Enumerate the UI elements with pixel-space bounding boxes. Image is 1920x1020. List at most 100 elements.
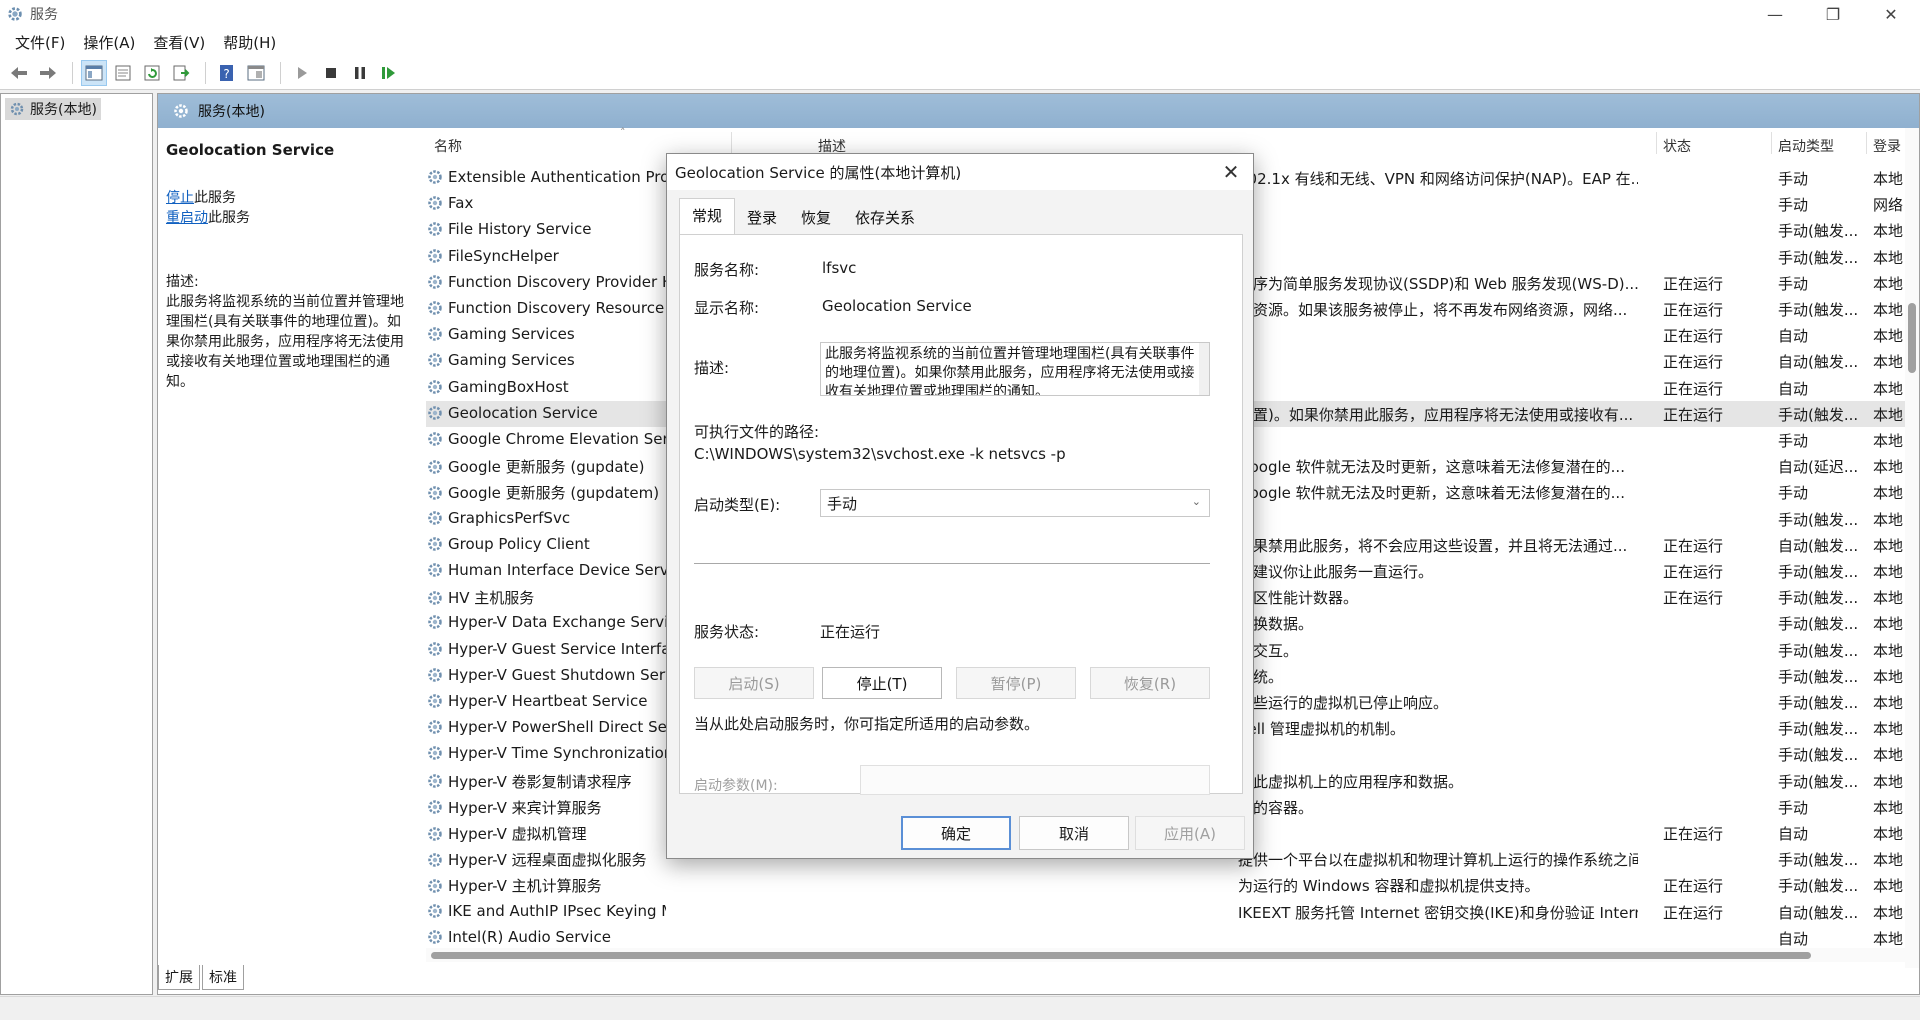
horizontal-scroll-thumb[interactable] xyxy=(431,952,1811,959)
column-separator[interactable] xyxy=(1656,132,1657,154)
restart-service-link[interactable]: 重启动 xyxy=(166,210,208,226)
restart-service-button[interactable] xyxy=(376,60,402,86)
column-header-startup-type[interactable]: 启动类型 xyxy=(1778,136,1834,156)
column-separator[interactable] xyxy=(1771,132,1772,154)
start-params-label: 启动参数(M): xyxy=(694,778,778,794)
pause-service-button[interactable] xyxy=(347,60,373,86)
service-name-cell: Geolocation Service xyxy=(426,404,666,422)
service-logon: 本地 xyxy=(1873,510,1903,529)
menu-file[interactable]: 文件(F) xyxy=(6,32,74,53)
menu-help[interactable]: 帮助(H) xyxy=(214,32,285,53)
close-window-button[interactable]: ✕ xyxy=(1862,0,1920,28)
stop-service-button[interactable] xyxy=(318,60,344,86)
service-description: 如果禁用此服务，将不会应用这些设置，并且将无法通过... xyxy=(1238,536,1628,555)
service-name-cell: Google Chrome Elevation Service xyxy=(426,430,666,448)
service-startup-type: 自动 xyxy=(1778,379,1809,398)
vertical-scrollbar[interactable] xyxy=(1905,128,1919,968)
service-gear-icon xyxy=(428,301,442,315)
stop-button[interactable]: 停止(T) xyxy=(822,667,942,699)
export-list-button[interactable] xyxy=(168,60,194,86)
apply-button: 应用(A) xyxy=(1135,816,1245,850)
horizontal-scrollbar[interactable] xyxy=(426,948,1906,962)
start-service-button[interactable] xyxy=(289,60,315,86)
menu-action[interactable]: 操作(A) xyxy=(74,32,144,53)
service-logon: 本地 xyxy=(1873,405,1903,424)
menu-view[interactable]: 查看(V) xyxy=(144,32,214,53)
service-logon: 本地 xyxy=(1873,851,1903,870)
show-hide-tree-button[interactable] xyxy=(81,60,107,86)
service-description: 分区性能计数器。 xyxy=(1238,589,1359,608)
service-startup-type: 自动 xyxy=(1778,929,1809,948)
column-header-status[interactable]: 状态 xyxy=(1663,136,1691,156)
service-name: Function Discovery Provider Host xyxy=(448,272,666,291)
service-name-cell: FileSyncHelper xyxy=(426,247,666,265)
ok-button[interactable]: 确定 xyxy=(901,816,1011,850)
restart-service-icon xyxy=(382,67,395,79)
back-button[interactable] xyxy=(6,60,32,86)
service-startup-type: 自动(触发... xyxy=(1778,903,1859,922)
service-startup-type: 手动 xyxy=(1778,196,1809,215)
service-status: 正在运行 xyxy=(1663,274,1724,293)
detail-restart-line: 重启动此服务 xyxy=(166,208,400,228)
service-gear-icon xyxy=(428,353,442,368)
console-view-button[interactable] xyxy=(243,60,269,86)
service-gear-icon xyxy=(428,903,442,918)
service-logon: 本地 xyxy=(1873,301,1903,319)
tab-logon[interactable]: 登录 xyxy=(735,201,789,234)
service-logon: 本地 xyxy=(1873,589,1903,608)
refresh-button[interactable] xyxy=(139,60,165,86)
service-name-cell: Hyper-V 来宾计算服务 xyxy=(426,797,666,818)
service-name: File History Service xyxy=(448,220,592,239)
service-name-cell: Function Discovery Resource Publication xyxy=(426,299,666,317)
refresh-icon xyxy=(144,65,160,81)
service-startup-type: 手动(触发... xyxy=(1778,510,1859,529)
service-gear-icon xyxy=(428,222,442,237)
service-gear-icon xyxy=(428,590,442,605)
service-gear-icon xyxy=(428,327,442,341)
service-name-cell: Google 更新服务 (gupdatem) xyxy=(426,482,666,503)
cancel-button[interactable]: 取消 xyxy=(1019,816,1129,850)
tab-general[interactable]: 常规 xyxy=(679,198,736,234)
help-button[interactable]: ? xyxy=(214,60,240,86)
status-bar xyxy=(0,996,1920,1020)
forward-button[interactable] xyxy=(35,60,61,86)
service-logon: 本地 xyxy=(1873,903,1903,922)
column-header-logon[interactable]: 登录 xyxy=(1873,136,1901,156)
service-row[interactable]: Intel(R) Audio Service 自动 本地 xyxy=(426,925,1919,951)
service-logon: 网络 xyxy=(1873,196,1903,215)
service-logon: 本地 xyxy=(1873,667,1903,686)
tree-item-services-local[interactable]: 服务(本地) xyxy=(5,98,101,120)
description-label: 描述: xyxy=(694,359,730,377)
minimize-button[interactable]: — xyxy=(1746,0,1804,28)
service-startup-type: 手动(触发... xyxy=(1778,563,1859,581)
column-separator[interactable] xyxy=(1866,132,1867,154)
properties-button[interactable] xyxy=(110,60,136,86)
dialog-close-button[interactable]: ✕ xyxy=(1219,160,1243,184)
service-row[interactable]: IKE and AuthIP IPsec Keying Modules IKEEX… xyxy=(426,899,1919,925)
service-name-cell: Group Policy Client xyxy=(426,535,666,553)
vertical-scroll-thumb[interactable] xyxy=(1908,303,1916,373)
tab-dependencies[interactable]: 依存关系 xyxy=(843,201,927,234)
tab-extended[interactable]: 扩展 xyxy=(158,965,200,990)
service-name-cell: Hyper-V 主机计算服务 xyxy=(426,875,666,896)
column-header-name[interactable]: 名称 xyxy=(434,136,462,156)
service-name: Google 更新服务 (gupdate) xyxy=(448,458,645,477)
start-params-hint: 当从此处启动服务时，你可指定所适用的启动参数。 xyxy=(694,715,1040,733)
service-gear-icon xyxy=(428,510,442,525)
service-logon: 本地 xyxy=(1873,170,1903,188)
startup-type-select[interactable]: 手动 ⌄ xyxy=(820,489,1210,517)
tab-recovery[interactable]: 恢复 xyxy=(789,201,843,234)
column-separator[interactable] xyxy=(731,132,732,154)
stop-service-link[interactable]: 停止 xyxy=(166,190,194,206)
tab-standard[interactable]: 标准 xyxy=(202,965,244,990)
service-name-cell: Google 更新服务 (gupdate) xyxy=(426,456,666,477)
service-name: Hyper-V Guest Shutdown Service xyxy=(448,665,666,684)
service-status: 正在运行 xyxy=(1663,353,1724,372)
service-gear-icon xyxy=(428,774,442,788)
service-row[interactable]: Hyper-V 主机计算服务 为运行的 Windows 容器和虚拟机提供支持。 正在… xyxy=(426,872,1919,898)
description-box[interactable]: 此服务将监视系统的当前位置并管理地理围栏(具有关联事件的地理位置)。如果你禁用此… xyxy=(820,342,1210,396)
restore-button[interactable]: ❐ xyxy=(1804,0,1862,28)
start-service-icon xyxy=(298,67,307,79)
description-scrollbar[interactable] xyxy=(1199,343,1209,395)
service-name: GamingBoxHost xyxy=(448,377,569,396)
